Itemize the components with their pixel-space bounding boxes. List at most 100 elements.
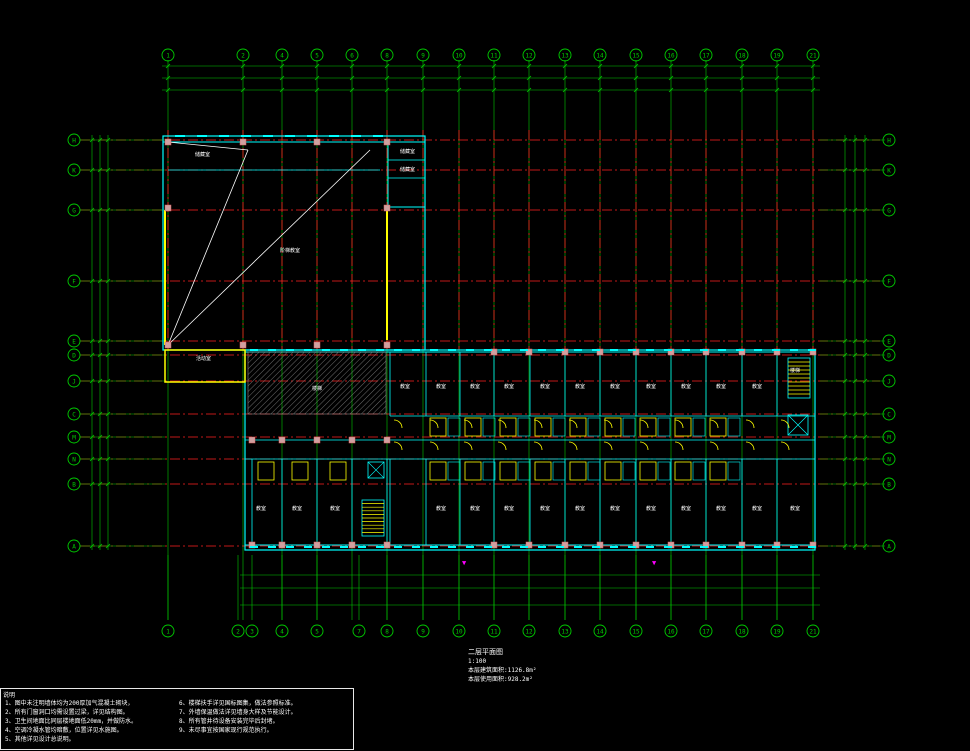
room-label-classroom: 教室 (752, 505, 762, 512)
axis-bubble-top-label: 16 (667, 53, 675, 60)
note-line: 5、其他详见设计总说明。 (5, 736, 75, 743)
axis-bubble-right-label: F (887, 279, 891, 286)
structural-column (164, 204, 172, 212)
structural-column (164, 341, 172, 349)
axis-bubble-right-label: J (887, 379, 891, 386)
door-swing (429, 419, 439, 429)
toilet-cell (464, 461, 482, 481)
toilet-cell (447, 461, 461, 481)
toilet-cell (552, 461, 566, 481)
structural-column (383, 204, 391, 212)
toilet-cell (622, 417, 636, 437)
room-label-classroom: 教室 (610, 383, 620, 390)
door-swing (780, 441, 790, 451)
axis-bubble-top-label: 18 (738, 53, 746, 60)
door-swing (745, 419, 755, 429)
note-line: 9、未尽事宜按国家现行规范执行。 (179, 727, 273, 734)
door-swing (533, 441, 543, 451)
axis-bubble-bottom-label: 19 (773, 629, 781, 636)
structural-column (313, 436, 321, 444)
door-swing (674, 441, 684, 451)
axis-bubble-left-label: H (72, 138, 76, 145)
toilet-cell (534, 461, 552, 481)
floor-plan-drawing: 1 2 4 5 6 8 9 10 11 12 13 14 15 16 17 18 19 211 2 3 4 5 7 8 9 10 1… (67, 48, 896, 638)
axis-bubble-top-label: 1 (166, 53, 170, 60)
axis-bubble-left-label: F (72, 279, 76, 286)
door-swing (568, 441, 578, 451)
notes-right-column: 6、楼梯扶手详见国标图集，做法参照标准。 7、外墙保温做法详见墙身大样及节能设计… (179, 699, 349, 735)
axis-bubble-bottom-label: 18 (738, 629, 746, 636)
toilet-cell (727, 417, 741, 437)
door-swing (497, 441, 507, 451)
leader-line (167, 149, 371, 346)
marker: ▼ (462, 559, 467, 567)
door-swing (639, 419, 649, 429)
door-swing (463, 441, 473, 451)
toilet-cell (604, 461, 622, 481)
marker: ▼ (652, 559, 657, 567)
design-notes-box: 说明 1、图中未注明墙体均为200厚加气混凝土砌块， 2、所有门窗洞口均需设置过… (0, 688, 354, 750)
door-swing (639, 441, 649, 451)
room-label-classroom: 教室 (400, 383, 410, 390)
axis-bubble-bottom-label: 8 (385, 629, 389, 636)
room-label-classroom: 教室 (436, 505, 446, 512)
room-label-stair: 楼梯 (790, 367, 800, 374)
toilet-cell (291, 461, 309, 481)
note-line: 3、卫生间地面比同层楼地面低20mm，并做防水。 (5, 718, 138, 725)
room-label-classroom: 教室 (540, 505, 550, 512)
toilet-cell (587, 461, 601, 481)
axis-bubble-top-label: 14 (596, 53, 604, 60)
toilet-cell (257, 461, 275, 481)
axis-bubble-left-label: M (72, 435, 76, 442)
toilet-cell (429, 461, 447, 481)
toilet-cell (657, 417, 671, 437)
room-label-classroom: 教室 (681, 383, 691, 390)
room-label-classroom: 教室 (646, 383, 656, 390)
axis-bubble-left-label: N (72, 457, 76, 464)
axis-bubble-top-label: 11 (490, 53, 498, 60)
axis-bubble-bottom-label: 10 (455, 629, 463, 636)
room-label-classroom: 教室 (292, 505, 302, 512)
room-label-classroom: 教室 (575, 505, 585, 512)
room-label-lecture-hall: 阶梯教室 (280, 247, 300, 254)
room-label-activity: 活动室 (196, 355, 211, 362)
note-line: 1、图中未注明墙体均为200厚加气混凝土砌块， (5, 700, 134, 707)
axis-bubble-top-label: 4 (280, 53, 284, 60)
room-label-storage: 储藏室 (400, 148, 415, 155)
axis-bubble-right-label: H (887, 138, 891, 145)
axis-bubble-bottom-label: 14 (596, 629, 604, 636)
toilet-cell (622, 461, 636, 481)
axis-bubble-left-label: B (72, 482, 76, 489)
axis-bubble-right-label: C (887, 412, 891, 419)
axis-bubble-top-label: 12 (525, 53, 533, 60)
room-label-storage: 储藏室 (195, 151, 210, 158)
axis-bubble-top-label: 19 (773, 53, 781, 60)
axis-bubble-left-label: C (72, 412, 76, 419)
axis-bubble-bottom-label: 17 (702, 629, 710, 636)
axis-bubble-top-label: 6 (350, 53, 354, 60)
axis-bubble-bottom-label: 7 (357, 629, 361, 636)
room-label-classroom: 教室 (752, 383, 762, 390)
room-label-classroom: 教室 (436, 383, 446, 390)
axis-bubble-left-label: A (72, 544, 76, 551)
door-swing (393, 441, 403, 451)
structural-column (348, 541, 356, 549)
axis-bubble-bottom-label: 9 (421, 629, 425, 636)
wall-upper-block (162, 135, 426, 351)
room-label-classroom: 教室 (256, 505, 266, 512)
area-line-2: 本层使用面积:928.2m² (468, 676, 533, 683)
axis-bubble-left-label: E (72, 339, 76, 346)
note-line: 2、所有门窗洞口均需设置过梁，详见结构图。 (5, 709, 129, 716)
door-swing (393, 419, 403, 429)
note-line: 4、空调冷凝水管均暗敷，位置详见水施图。 (5, 727, 123, 734)
drawing-title-block: 二层平面图 1:100 本层建筑面积:1126.8m² 本层使用面积:928.2… (468, 648, 537, 684)
structural-column (313, 341, 321, 349)
room-label-classroom: 教室 (681, 505, 691, 512)
toilet-cell (447, 417, 461, 437)
structural-column (313, 138, 321, 146)
toilet-cell (657, 461, 671, 481)
room-label-classroom: 教室 (646, 505, 656, 512)
room-label-classroom: 教室 (504, 383, 514, 390)
axis-bubble-left-label: J (72, 379, 76, 386)
room-label-classroom: 教室 (470, 383, 480, 390)
